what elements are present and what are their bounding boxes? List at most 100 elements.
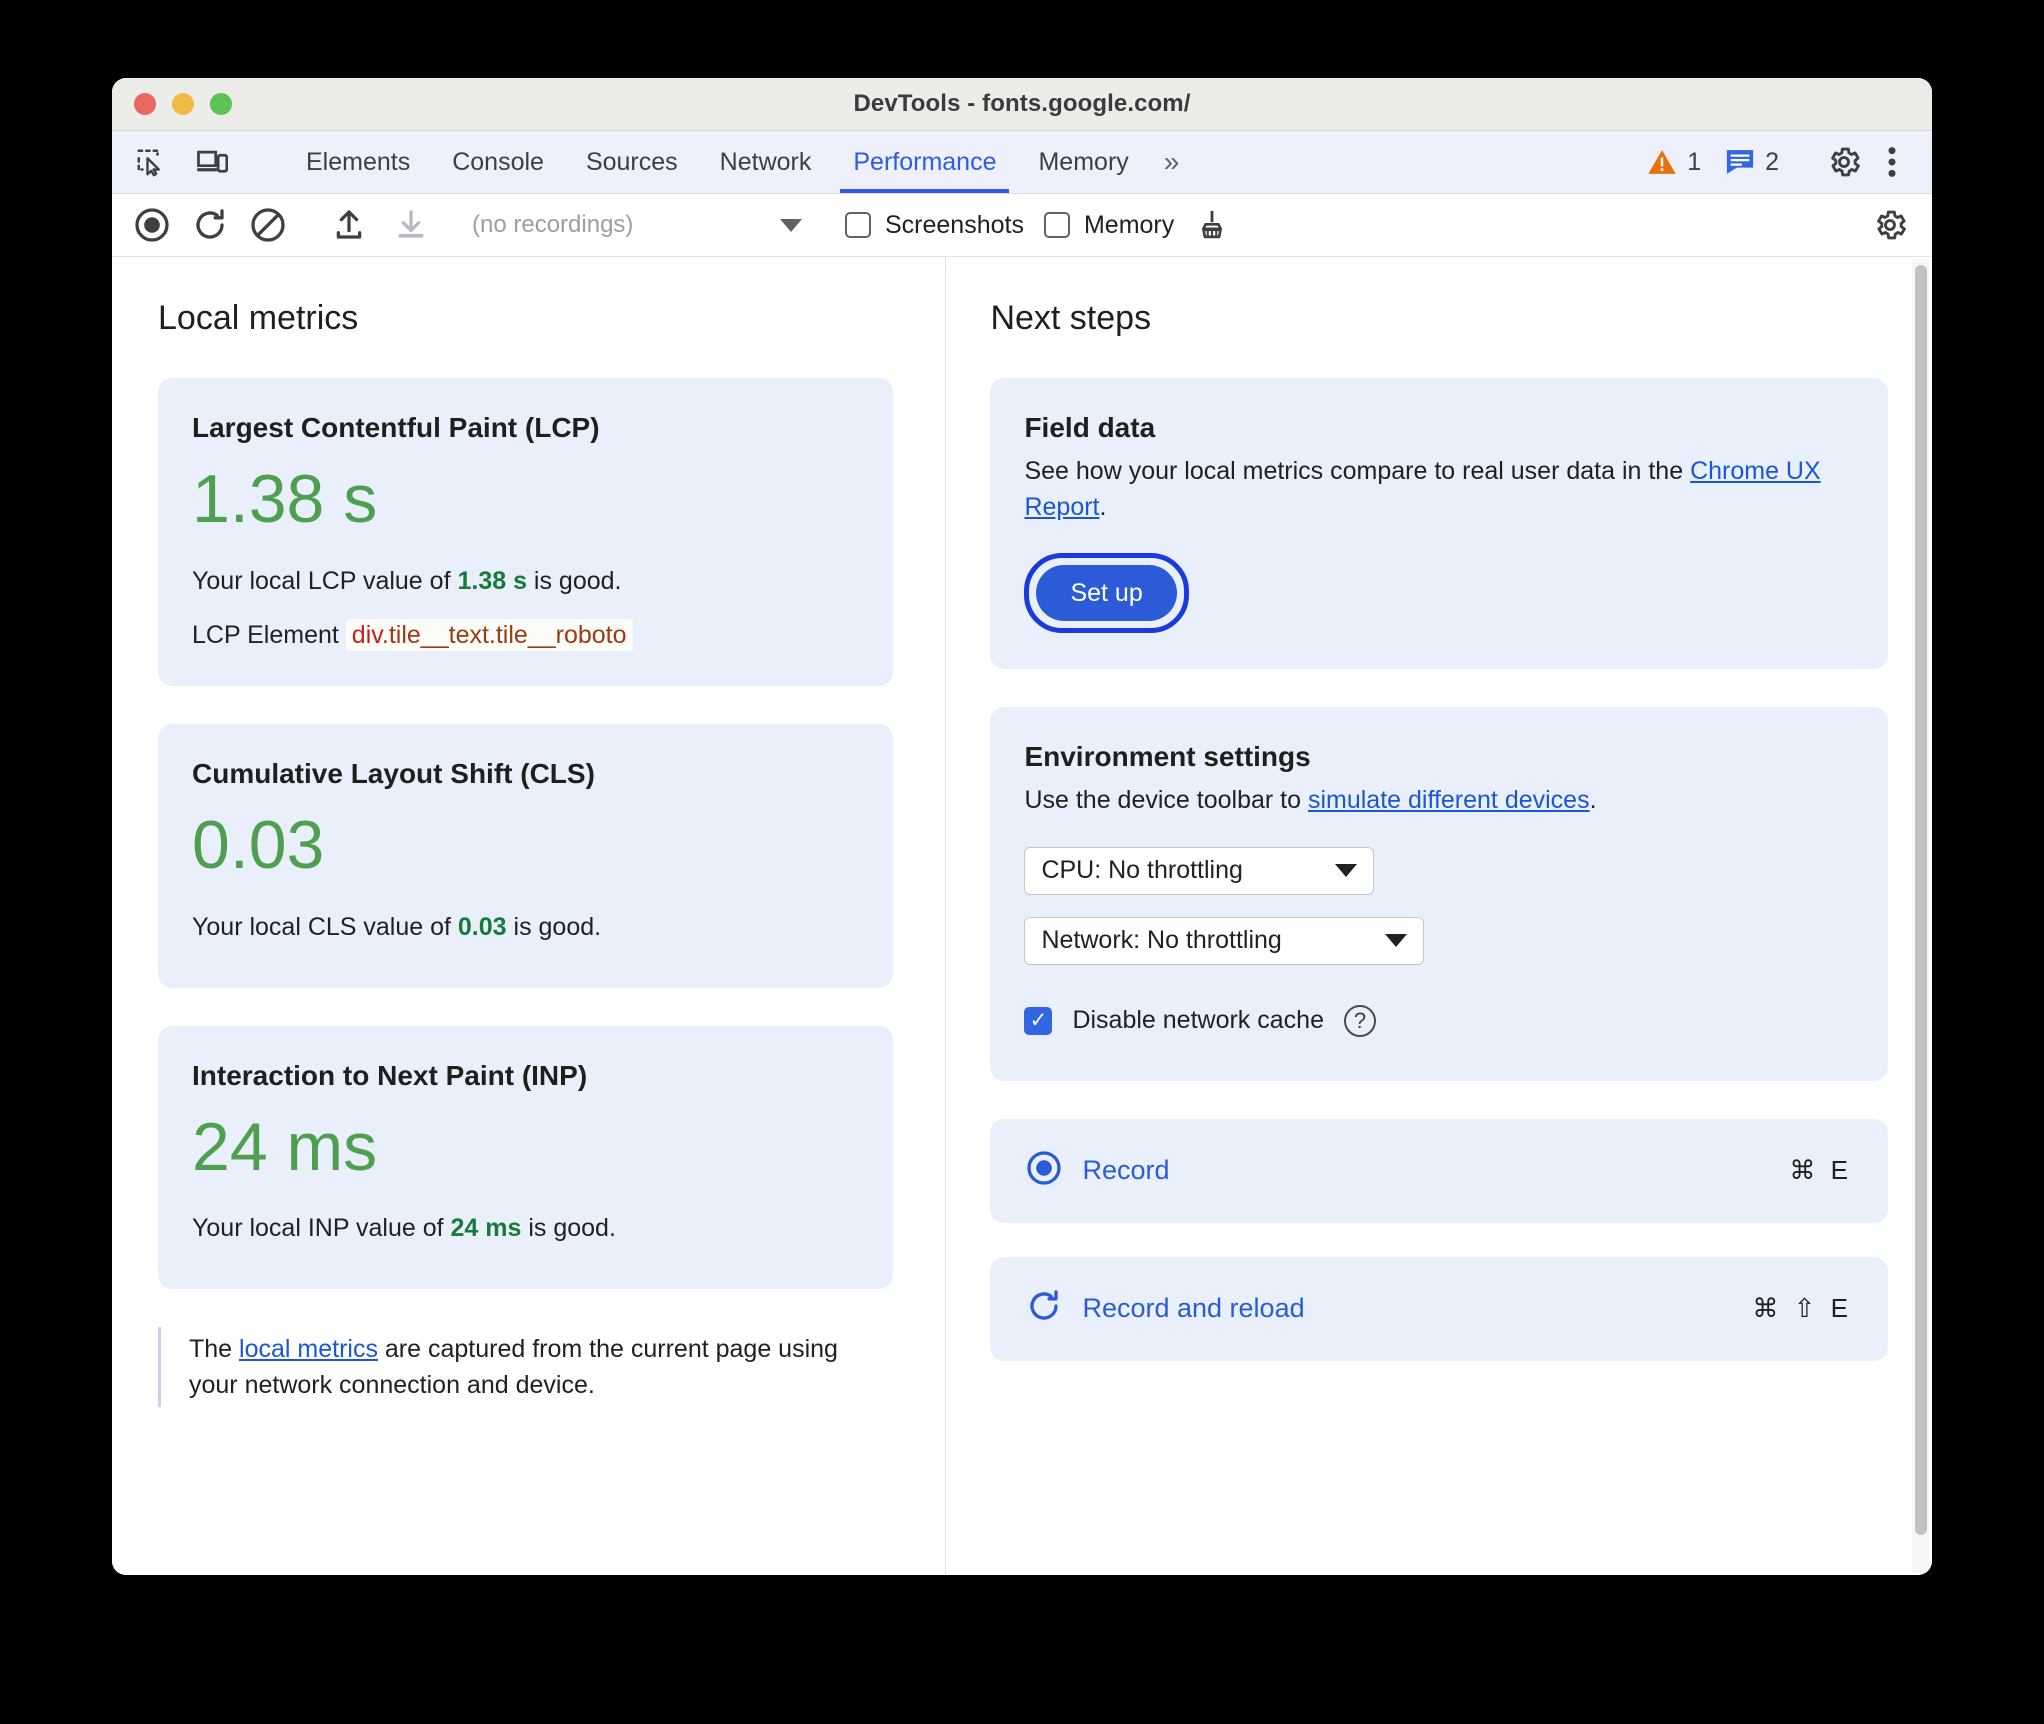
- network-throttling-value: Network: No throttling: [1041, 926, 1282, 954]
- local-metrics-note: The local metrics are captured from the …: [158, 1326, 889, 1408]
- tab-console-label: Console: [452, 147, 544, 176]
- perf-settings-group: [1868, 203, 1932, 247]
- cpu-throttling-row: CPU: No throttling: [1024, 825, 1854, 895]
- local-metrics-link[interactable]: local metrics: [239, 1335, 378, 1363]
- tab-elements[interactable]: Elements: [285, 131, 431, 193]
- environment-settings-card: Environment settings Use the device tool…: [990, 707, 1888, 1081]
- field-data-title: Field data: [1024, 412, 1156, 443]
- tab-console[interactable]: Console: [431, 131, 565, 193]
- inp-desc-prefix: Your local INP value of: [192, 1214, 451, 1243]
- disable-cache-checkbox[interactable]: ✓: [1024, 1006, 1053, 1035]
- tab-memory[interactable]: Memory: [1017, 131, 1149, 193]
- three-dots-vertical-icon[interactable]: [1870, 140, 1914, 184]
- tab-elements-label: Elements: [306, 147, 411, 176]
- lcp-desc-suffix: is good.: [526, 566, 622, 595]
- screenshots-checkbox-row[interactable]: Screenshots: [845, 211, 1024, 240]
- record-button[interactable]: [130, 203, 174, 247]
- info-badge[interactable]: 2: [1715, 148, 1789, 177]
- download-profile-button[interactable]: [389, 203, 433, 247]
- tab-memory-label: Memory: [1038, 147, 1129, 176]
- tab-sources[interactable]: Sources: [565, 131, 699, 193]
- screenshots-checkbox[interactable]: [845, 212, 871, 238]
- memory-label: Memory: [1083, 210, 1175, 239]
- record-circle-icon: [1026, 1150, 1062, 1191]
- more-tabs-chevron-icon[interactable]: »: [1150, 131, 1194, 193]
- warning-badge[interactable]: 1: [1637, 148, 1711, 177]
- recordings-dropdown[interactable]: (no recordings): [462, 205, 816, 245]
- warning-triangle-icon: [1648, 150, 1676, 174]
- tab-performance[interactable]: Performance: [832, 131, 1017, 193]
- panel-tabs: Elements Console Sources Network Perform…: [285, 131, 1193, 193]
- memory-checkbox-row[interactable]: Memory: [1043, 210, 1175, 240]
- inp-value: 24 ms: [192, 1108, 378, 1185]
- window-titlebar: DevTools - fonts.google.com/: [112, 78, 1932, 131]
- clear-recording-button[interactable]: [246, 203, 290, 247]
- environment-settings-title: Environment settings: [1024, 741, 1311, 772]
- network-throttling-row: Network: No throttling: [1024, 895, 1854, 965]
- setup-button[interactable]: Set up: [1036, 565, 1177, 621]
- record-action-label: Record: [1082, 1155, 1170, 1185]
- environment-description: Use the device toolbar to simulate diffe…: [1024, 783, 1854, 819]
- disable-cache-label: Disable network cache: [1072, 1006, 1324, 1034]
- message-bubble-icon: [1726, 150, 1754, 174]
- cpu-throttling-value: CPU: No throttling: [1041, 856, 1243, 884]
- chevron-down-icon: [1335, 864, 1358, 877]
- performance-toolbar: (no recordings) Screenshots Memory: [112, 194, 1932, 257]
- local-metrics-pane: Local metrics Largest Contentful Paint (…: [112, 257, 947, 1575]
- tab-performance-label: Performance: [853, 147, 997, 176]
- cls-desc-prefix: Your local CLS value of: [192, 913, 458, 942]
- tab-network[interactable]: Network: [699, 131, 833, 193]
- inspect-element-icon[interactable]: [128, 140, 172, 184]
- cls-desc-value: 0.03: [457, 913, 507, 942]
- performance-landing-body: Local metrics Largest Contentful Paint (…: [112, 257, 1932, 1575]
- lcp-metric-card: Largest Contentful Paint (LCP) 1.38 s Yo…: [158, 378, 894, 687]
- upload-profile-button[interactable]: [327, 203, 371, 247]
- lcp-element-tag: div: [351, 621, 382, 650]
- inp-card-title: Interaction to Next Paint (INP): [192, 1059, 588, 1091]
- cpu-throttling-select[interactable]: CPU: No throttling: [1024, 846, 1375, 895]
- vertical-scrollbar[interactable]: [1912, 259, 1929, 1573]
- chevron-down-icon: [1385, 934, 1408, 947]
- recordings-value: (no recordings): [472, 211, 634, 238]
- screen-root: DevTools - fonts.google.com/ Elements Co…: [0, 0, 2044, 1724]
- simulate-devices-link[interactable]: simulate different devices: [1308, 786, 1590, 814]
- info-count: 2: [1765, 147, 1779, 176]
- window-title: DevTools - fonts.google.com/: [853, 90, 1191, 117]
- network-throttling-select[interactable]: Network: No throttling: [1024, 916, 1425, 965]
- device-toolbar-icon[interactable]: [190, 140, 234, 184]
- cls-desc-suffix: is good.: [506, 913, 602, 942]
- memory-checkbox[interactable]: [1043, 212, 1070, 238]
- environment-desc-prefix: Use the device toolbar to: [1024, 786, 1308, 814]
- lcp-element-selector[interactable]: div.tile__text.tile__roboto: [345, 619, 633, 652]
- disable-cache-row[interactable]: ✓ Disable network cache ?: [1024, 1004, 1854, 1037]
- cls-metric-card: Cumulative Layout Shift (CLS) 0.03 Your …: [158, 724, 894, 988]
- lcp-desc-value: 1.38 s: [457, 566, 527, 595]
- perf-gear-icon[interactable]: [1868, 203, 1912, 247]
- lcp-card-title: Largest Contentful Paint (LCP): [192, 412, 600, 443]
- tabbar-left-icons: [112, 131, 277, 193]
- record-and-reload-button[interactable]: [188, 203, 232, 247]
- record-action-row[interactable]: Record ⌘ E: [990, 1118, 1888, 1223]
- collect-garbage-broom-icon[interactable]: [1190, 203, 1234, 247]
- local-metrics-heading: Local metrics: [158, 299, 359, 337]
- next-steps-pane: Next steps Field data See how your local…: [946, 257, 1932, 1575]
- gear-icon[interactable]: [1822, 140, 1866, 184]
- record-and-reload-shortcut: ⌘ ⇧ E: [1752, 1293, 1852, 1323]
- warning-count: 1: [1687, 147, 1702, 176]
- chevron-down-icon: [780, 218, 802, 232]
- next-steps-heading: Next steps: [990, 299, 1152, 337]
- scrollbar-thumb[interactable]: [1915, 265, 1927, 1535]
- record-and-reload-action-row[interactable]: Record and reload ⌘ ⇧ E: [990, 1256, 1888, 1361]
- cls-description: Your local CLS value of 0.03 is good.: [192, 910, 859, 946]
- screenshots-label: Screenshots: [885, 210, 1024, 239]
- environment-desc-suffix: .: [1589, 786, 1597, 814]
- more-tabs-label: »: [1163, 146, 1180, 177]
- record-shortcut: ⌘ E: [1789, 1155, 1852, 1185]
- help-question-icon[interactable]: ?: [1343, 1004, 1376, 1037]
- inp-desc-value: 24 ms: [450, 1214, 522, 1243]
- devtools-tabbar: Elements Console Sources Network Perform…: [112, 131, 1932, 194]
- field-data-desc-suffix: .: [1099, 492, 1107, 521]
- cls-value: 0.03: [192, 807, 325, 884]
- field-data-card: Field data See how your local metrics co…: [990, 378, 1888, 669]
- record-and-reload-action-label: Record and reload: [1082, 1293, 1305, 1323]
